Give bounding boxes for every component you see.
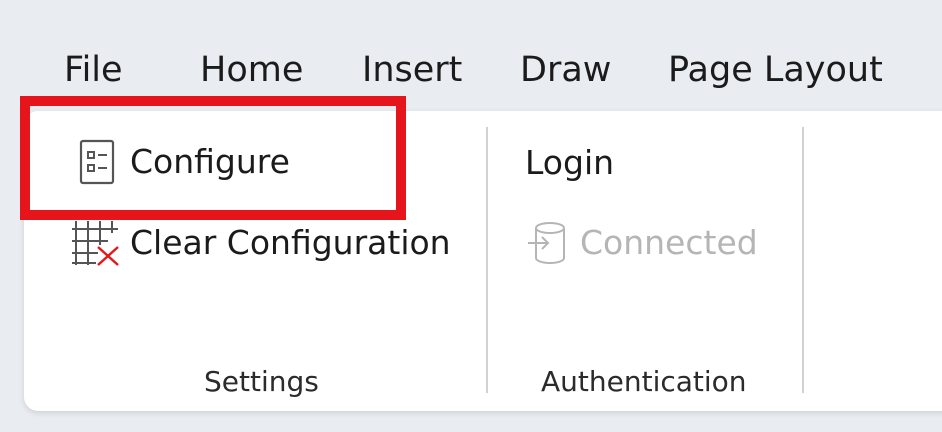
- tab-file[interactable]: File: [64, 50, 123, 90]
- login-button[interactable]: Login: [525, 143, 614, 183]
- database-arrow-icon: [524, 219, 572, 267]
- ribbon-tab-bar: File Home Insert Draw Page Layout: [0, 40, 942, 104]
- group-separator: [486, 127, 488, 393]
- tab-home[interactable]: Home: [200, 50, 303, 90]
- clear-configuration-button[interactable]: Clear Configuration: [68, 219, 451, 267]
- connected-label: Connected: [580, 223, 758, 262]
- connected-button: Connected: [524, 219, 758, 267]
- authentication-group-label: Authentication: [541, 365, 747, 398]
- login-label: Login: [525, 143, 615, 182]
- tab-page-layout[interactable]: Page Layout: [668, 50, 883, 90]
- clear-configuration-label: Clear Configuration: [130, 223, 451, 262]
- highlight-box: [20, 96, 406, 220]
- settings-group-label: Settings: [204, 365, 319, 398]
- table-clear-icon: [68, 219, 122, 267]
- tab-insert[interactable]: Insert: [362, 50, 462, 90]
- tab-draw[interactable]: Draw: [520, 50, 611, 90]
- group-separator: [802, 127, 804, 393]
